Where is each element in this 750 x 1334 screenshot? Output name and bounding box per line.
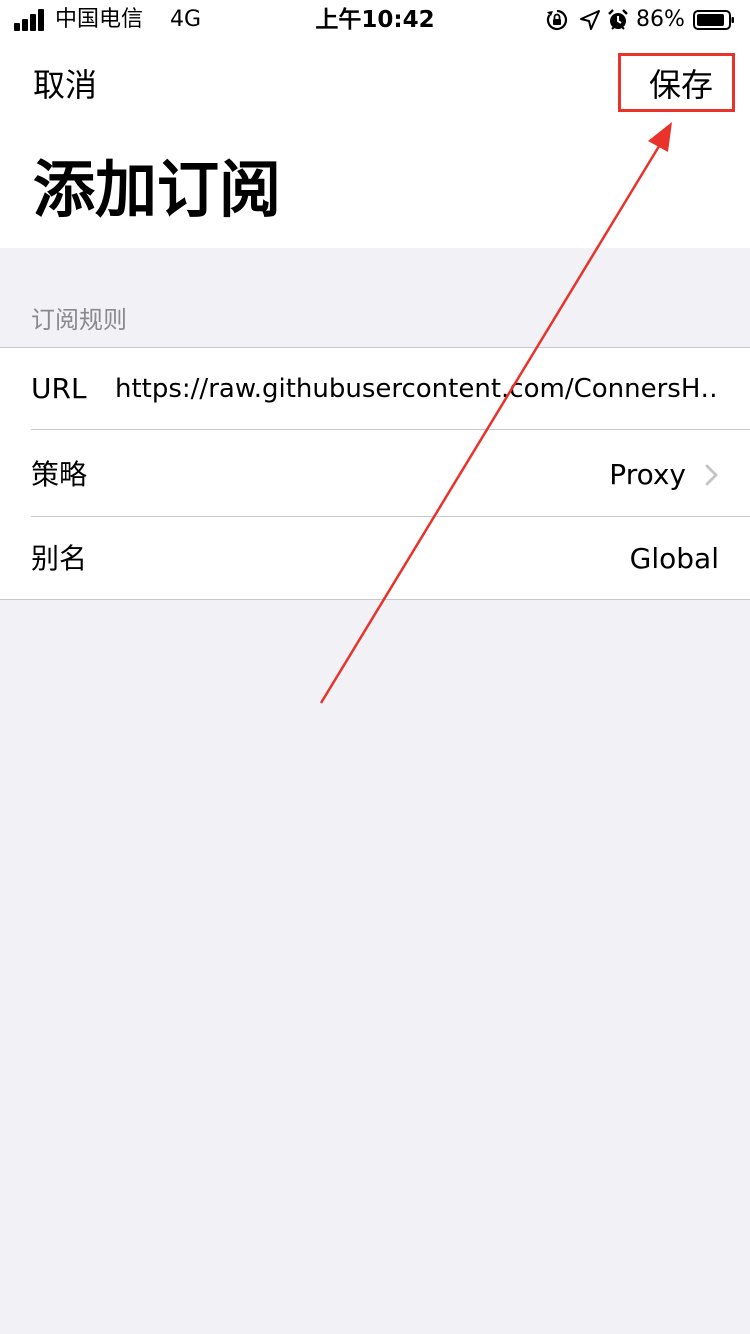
- subscription-settings-list: URL https://raw.githubusercontent.com/Co…: [0, 347, 750, 600]
- alias-label: 别名: [31, 542, 88, 575]
- chevron-right-icon: [705, 464, 718, 486]
- save-highlight-box: [618, 53, 735, 112]
- policy-row[interactable]: 策略 Proxy: [0, 430, 750, 517]
- status-bar: 中国电信 4G 上午10:42 86%: [0, 0, 750, 40]
- battery-percent: 86%: [636, 7, 685, 32]
- alias-value[interactable]: Global: [630, 541, 719, 577]
- policy-value: Proxy: [609, 458, 686, 491]
- page-title: 添加订阅: [33, 153, 282, 226]
- location-icon: [580, 10, 600, 30]
- cancel-button[interactable]: 取消: [33, 64, 97, 106]
- section-header: 订阅规则: [31, 306, 127, 334]
- policy-label: 策略: [31, 458, 88, 491]
- url-row[interactable]: URL https://raw.githubusercontent.com/Co…: [0, 348, 750, 430]
- battery-icon: [693, 10, 734, 30]
- navigation-header: 取消 保存 添加订阅: [0, 40, 750, 248]
- url-value[interactable]: https://raw.githubusercontent.com/Conner…: [115, 371, 720, 407]
- screen: 中国电信 4G 上午10:42 86% 取消 保存 添加订阅 订阅规则 URL …: [0, 0, 750, 1334]
- url-label: URL: [31, 372, 87, 405]
- alarm-icon: [608, 9, 628, 30]
- orientation-lock-icon: [546, 9, 568, 31]
- alias-row[interactable]: 别名 Global: [0, 517, 750, 600]
